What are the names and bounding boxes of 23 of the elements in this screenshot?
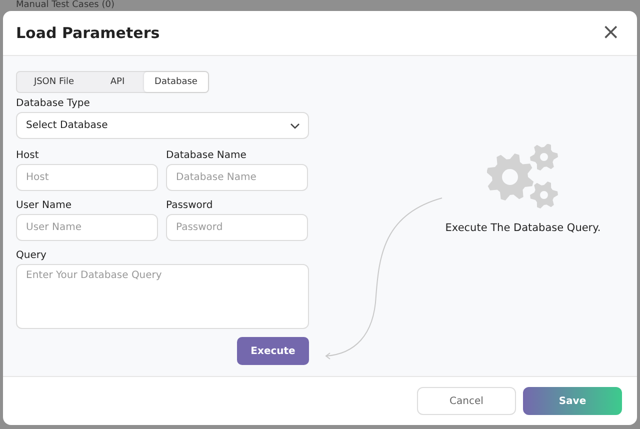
field-label: Password — [166, 200, 214, 211]
query-field[interactable]: Enter Your Database Query — [16, 264, 309, 329]
execute-button[interactable]: Execute — [237, 337, 309, 365]
gears-icon — [487, 144, 559, 210]
tab[interactable]: JSON File — [17, 72, 91, 92]
input-field[interactable]: Password — [166, 214, 308, 241]
cancel-button[interactable]: Cancel — [417, 387, 516, 415]
tab[interactable]: Database — [144, 72, 208, 92]
input-field[interactable]: Host — [16, 164, 158, 191]
close-button[interactable]: × — [598, 22, 624, 44]
database-select[interactable]: Select Database — [16, 112, 309, 139]
hint-text: Execute The Database Query. — [445, 222, 601, 234]
field-label: Query — [16, 250, 48, 261]
tab[interactable]: API — [91, 72, 144, 92]
page-title: Manual Test Cases (0) — [16, 0, 114, 11]
field-label: User Name — [16, 200, 72, 211]
dialog-title: Load Parameters — [16, 24, 160, 42]
input-field[interactable]: User Name — [16, 214, 158, 241]
field-label: Database Type — [16, 98, 91, 109]
field-label: Database Name — [166, 150, 248, 161]
field-label: Host — [16, 150, 40, 161]
chevron-down-icon — [290, 122, 300, 128]
input-field[interactable]: Database Name — [166, 164, 308, 191]
